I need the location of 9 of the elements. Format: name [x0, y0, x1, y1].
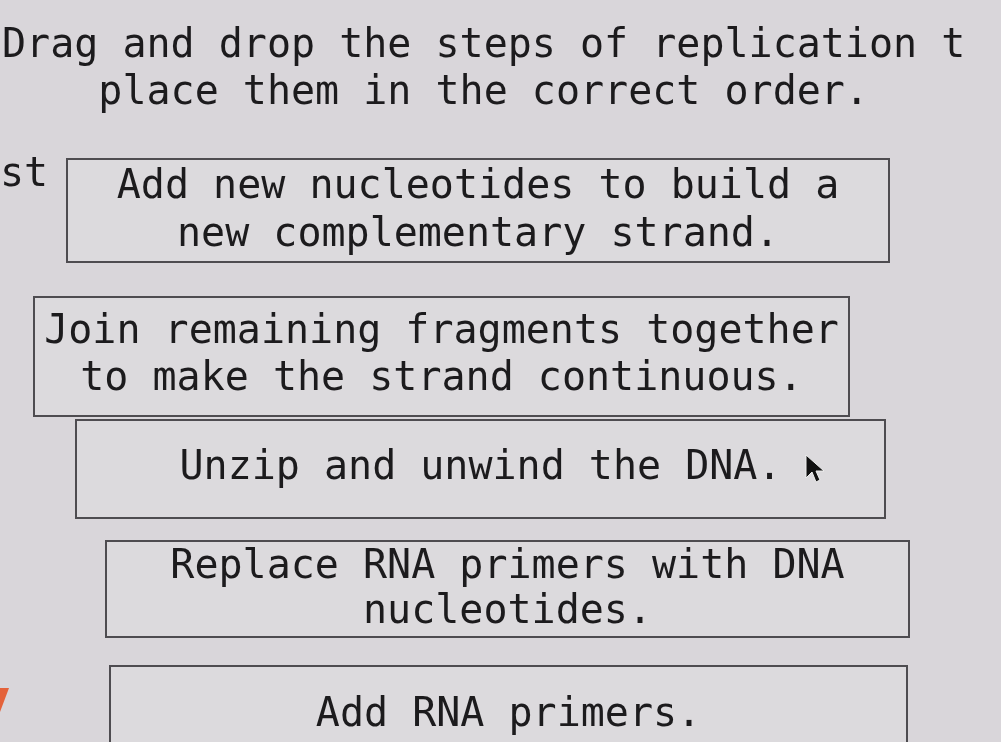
instruction-text: Drag and drop the steps of replication t place them in the correct order.	[2, 19, 966, 114]
cursor-icon	[805, 454, 825, 484]
marker-icon	[0, 688, 9, 712]
step-card[interactable]: Add RNA primers.	[109, 665, 908, 742]
step-card[interactable]: Join remaining fragments together to make the strand continuous.	[33, 296, 850, 417]
step-card[interactable]: Unzip and unwind the DNA.	[75, 419, 886, 519]
side-text: st	[0, 148, 49, 196]
step-card[interactable]: Replace RNA primers with DNA nucleotides.	[105, 540, 910, 638]
step-card[interactable]: Add new nucleotides to build a new complementary strand.	[66, 158, 890, 263]
